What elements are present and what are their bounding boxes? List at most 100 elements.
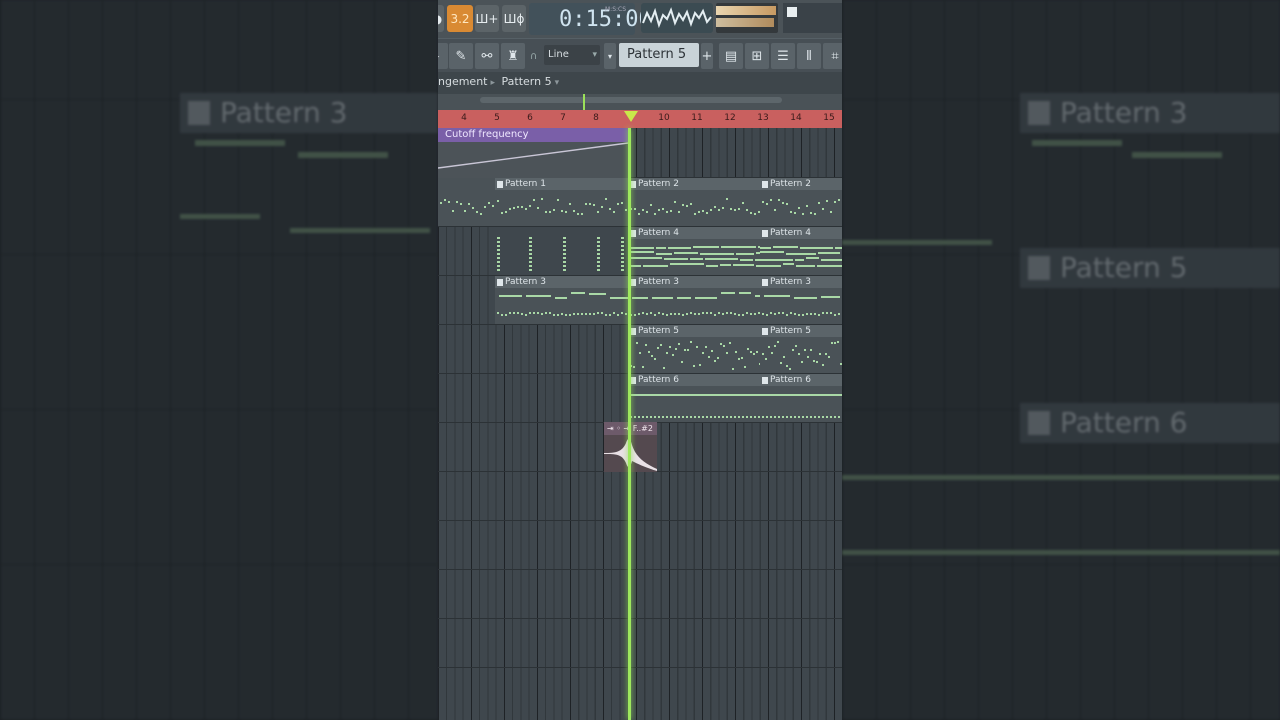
note: [746, 209, 748, 211]
note: [517, 206, 519, 208]
note: [782, 312, 784, 314]
meter-bar: [716, 18, 774, 27]
note: [782, 202, 784, 204]
note: [795, 345, 797, 347]
note: [541, 313, 543, 315]
playlist-button[interactable]: ▤: [719, 43, 743, 69]
note: [497, 257, 500, 259]
note: [597, 249, 600, 251]
clip-notes: [628, 288, 770, 324]
note: [628, 251, 654, 253]
pattern-crumb[interactable]: Pattern 5: [502, 75, 552, 88]
note: [563, 269, 566, 271]
clip-notes: [628, 386, 760, 422]
note: [729, 342, 731, 344]
note: [778, 416, 780, 418]
ruler-bar-number: 11: [691, 113, 703, 123]
note: [628, 394, 760, 396]
note: [686, 313, 688, 315]
note: [750, 351, 752, 353]
record-icon: ●: [438, 12, 442, 26]
note: [621, 237, 624, 239]
note: [838, 199, 840, 201]
note: [529, 269, 532, 271]
paint-tool-button[interactable]: ⚯: [475, 43, 499, 69]
browser-button[interactable]: ⌗: [823, 43, 842, 69]
pattern-clip[interactable]: Pattern 4: [760, 227, 842, 275]
automation-clip[interactable]: Cutoff frequency: [438, 128, 629, 178]
pattern-add-button[interactable]: Ш+: [475, 5, 499, 32]
pattern-clip[interactable]: Pattern 1: [495, 178, 628, 226]
note: [577, 213, 579, 215]
note: [734, 416, 736, 418]
note: [828, 356, 830, 358]
pattern-clip[interactable]: Pattern 5: [628, 325, 761, 373]
note: [569, 314, 571, 316]
pattern-clip[interactable]: Pattern 3: [495, 276, 634, 324]
new-pattern-button[interactable]: +: [701, 43, 713, 69]
pattern-clip[interactable]: Pattern 3: [628, 276, 770, 324]
drum-notes-region[interactable]: [495, 227, 628, 275]
breadcrumb: ngement ▸ Pattern 5 ▾: [438, 72, 842, 94]
note: [545, 312, 547, 314]
pattern-clip[interactable]: [438, 178, 495, 226]
snap-select[interactable]: Line: [544, 45, 600, 65]
note: [754, 416, 756, 418]
note: [734, 209, 736, 211]
note: [678, 343, 680, 345]
pattern-clip[interactable]: Pattern 4: [628, 227, 788, 275]
automation-clip-header: Cutoff frequency: [438, 128, 628, 142]
pattern-clip[interactable]: Pattern 6: [760, 374, 842, 422]
pattern-clip[interactable]: Pattern 6: [628, 374, 760, 422]
stamp-tool-button[interactable]: ♜: [501, 43, 525, 69]
note: [794, 212, 796, 214]
note: [690, 416, 692, 418]
note: [625, 209, 627, 211]
oscilloscope-display[interactable]: [641, 3, 713, 33]
note: [711, 350, 713, 352]
note: [529, 237, 532, 239]
track-separator: [438, 667, 842, 668]
mixer-button[interactable]: ⫴: [797, 43, 821, 69]
pattern-clip[interactable]: Pattern 2: [628, 178, 760, 226]
note: [577, 313, 579, 315]
playhead[interactable]: [628, 128, 631, 720]
note: [652, 297, 673, 299]
draw-tool-button[interactable]: ✎: [449, 43, 473, 69]
note: [801, 361, 803, 363]
pattern-selector-value: Pattern 5: [627, 47, 687, 62]
playhead-marker-icon[interactable]: [624, 111, 638, 122]
note: [621, 257, 624, 259]
note: [816, 361, 818, 363]
pattern-clip[interactable]: Pattern 5: [760, 325, 842, 373]
pattern-clip[interactable]: Pattern 3: [760, 276, 842, 324]
timeline-ruler[interactable]: 4 5 6 7 8 10 11 12 13 14 15: [438, 110, 842, 128]
record-button[interactable]: ●: [438, 5, 444, 32]
note: [646, 211, 648, 213]
note: [806, 205, 808, 207]
tempo-button[interactable]: 3.2: [447, 5, 473, 32]
note: [666, 416, 668, 418]
note: [563, 253, 566, 255]
arrangement-crumb[interactable]: ngement: [438, 75, 488, 88]
note: [666, 314, 668, 316]
ruler-bar-number: 15: [823, 113, 835, 123]
note: [768, 346, 770, 348]
pattern-clip[interactable]: Pattern 2: [760, 178, 842, 226]
tempo-label: 3.2: [450, 11, 470, 26]
note: [526, 295, 551, 297]
channel-rack-button[interactable]: ☰: [771, 43, 795, 69]
time-display[interactable]: 0:15:00 M:S:CS: [529, 3, 652, 35]
note: [658, 312, 660, 314]
pattern-dropdown-button[interactable]: ▾: [604, 43, 616, 69]
note: [561, 313, 563, 315]
note: [726, 352, 728, 354]
note: [794, 416, 796, 418]
playlist-overview-scrollbar[interactable]: [438, 94, 842, 110]
scroll-thumb[interactable]: [480, 97, 782, 103]
piano-roll-button[interactable]: ⊞: [745, 43, 769, 69]
pattern-selector[interactable]: Pattern 5: [619, 43, 699, 67]
note: [786, 203, 788, 205]
loop-button[interactable]: Шɸ: [502, 5, 526, 32]
tool-button[interactable]: ▸: [438, 43, 448, 69]
